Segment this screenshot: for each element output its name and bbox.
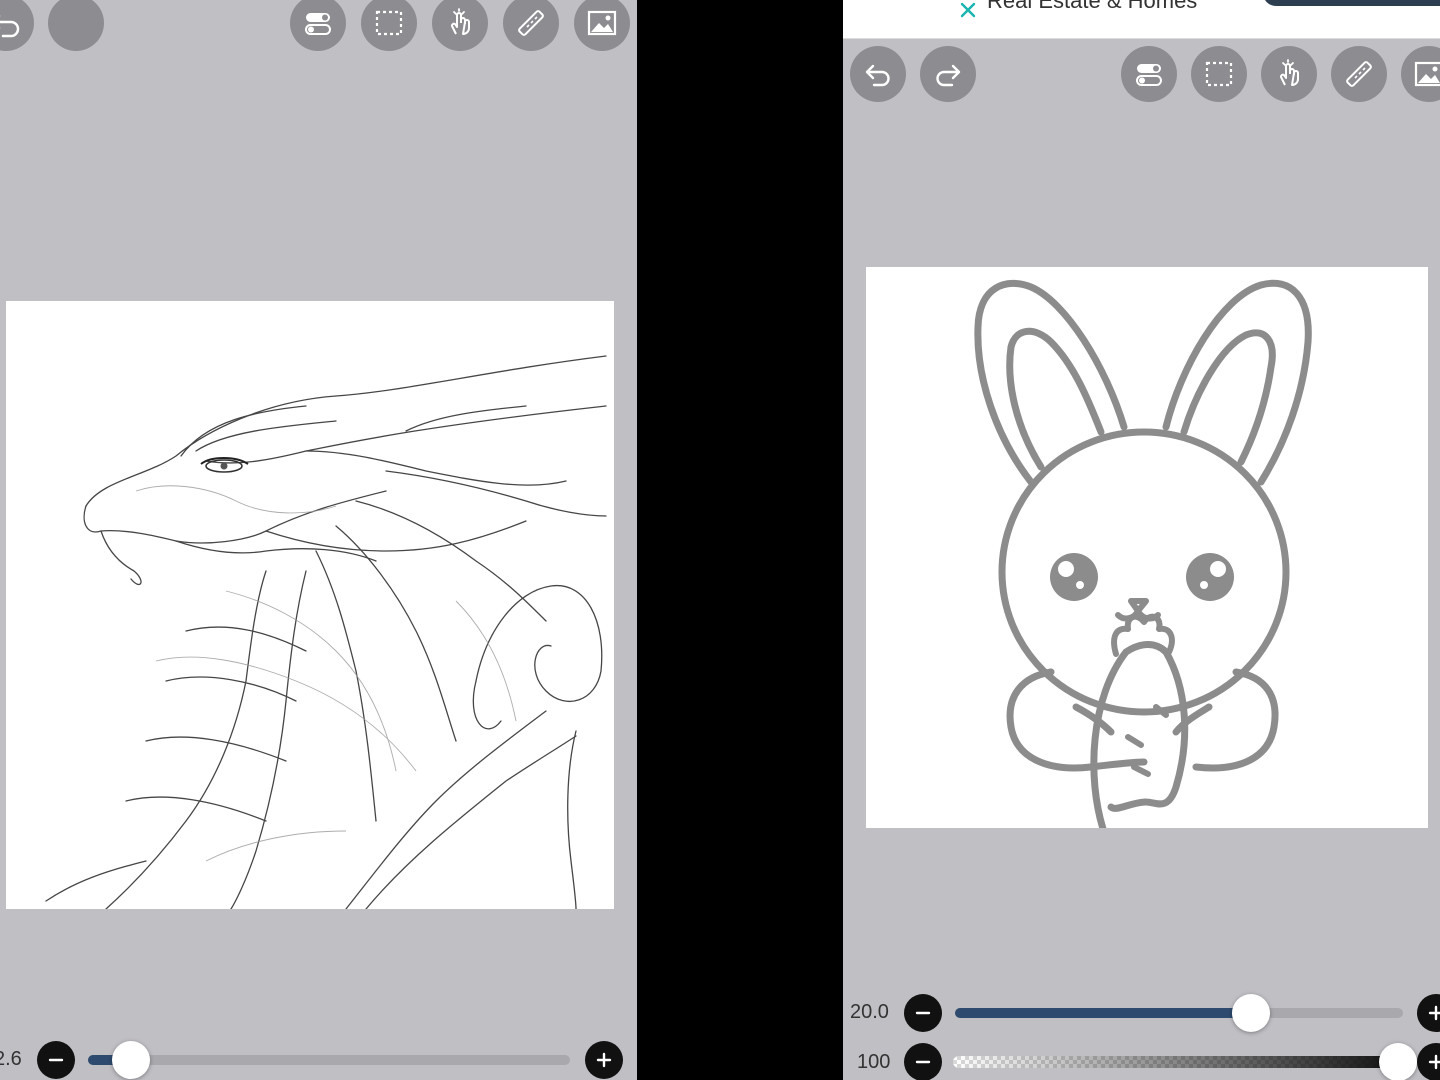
drawing-canvas[interactable] (6, 301, 614, 909)
ruler-button[interactable] (1331, 46, 1387, 102)
ad-banner[interactable]: Real Estate & Homes (843, 0, 1440, 39)
brush-size-increase-button[interactable] (585, 1041, 623, 1079)
minus-icon (48, 1058, 64, 1062)
bunny-drawing (974, 279, 1312, 828)
hand-button[interactable] (432, 0, 488, 51)
brush-size-value: 2.6 (0, 1048, 22, 1070)
minus-icon (915, 1060, 931, 1064)
undo-button[interactable] (850, 46, 906, 102)
brush-size-slider[interactable] (955, 994, 1403, 1032)
selection-icon (375, 10, 403, 36)
layer-toggle-button[interactable] (290, 0, 346, 51)
hand-button[interactable] (1261, 46, 1317, 102)
opacity-increase-button[interactable] (1417, 1043, 1440, 1080)
brush-size-value: 20.0 (850, 1001, 889, 1023)
image-icon (587, 10, 617, 36)
ruler-icon (1346, 61, 1372, 87)
ruler-button[interactable] (503, 0, 559, 51)
plus-icon (1428, 1005, 1440, 1021)
image-button[interactable] (574, 0, 630, 51)
layer-toggle-button[interactable] (1121, 46, 1177, 102)
dragon-sketch (45, 355, 607, 909)
brush-size-slider-fill (955, 1008, 1251, 1018)
ad-cta-button[interactable] (1263, 0, 1440, 6)
opacity-slider-knob[interactable] (1379, 1043, 1417, 1080)
minus-icon (915, 1011, 931, 1015)
brush-size-slider-knob[interactable] (1231, 994, 1270, 1032)
opacity-slider[interactable] (953, 1043, 1417, 1080)
undo-button[interactable] (0, 0, 34, 51)
undo-icon (865, 64, 890, 87)
redo-button[interactable] (920, 46, 976, 102)
image-button[interactable] (1401, 46, 1440, 102)
plus-icon (596, 1052, 612, 1068)
selection-button[interactable] (361, 0, 417, 51)
hand-icon (451, 8, 470, 35)
layer-toggle-icon (1136, 64, 1162, 86)
brush-size-slider[interactable] (88, 1041, 570, 1079)
brush-size-slider-knob[interactable] (112, 1041, 151, 1079)
left-drawing-app: 2.6 (0, 0, 637, 1080)
selection-button[interactable] (1191, 46, 1247, 102)
opacity-value: 100 (857, 1051, 891, 1073)
drawing-canvas[interactable] (866, 267, 1428, 828)
ad-text[interactable]: Real Estate & Homes (987, 0, 1197, 14)
brush-size-increase-button[interactable] (1417, 994, 1440, 1032)
plus-icon (1428, 1054, 1440, 1070)
hand-icon (1280, 59, 1299, 86)
image-icon (1414, 61, 1440, 87)
selection-icon (1205, 61, 1233, 87)
close-icon[interactable] (957, 0, 979, 20)
redo-icon (936, 64, 961, 87)
brush-size-decrease-button[interactable] (904, 994, 942, 1032)
redo-button[interactable] (48, 0, 104, 51)
undo-icon (0, 15, 20, 38)
ruler-icon (518, 10, 544, 36)
opacity-decrease-button[interactable] (904, 1043, 942, 1080)
layer-toggle-icon (305, 13, 331, 35)
brush-size-decrease-button[interactable] (37, 1041, 75, 1079)
right-drawing-app: Real Estate & Homes 20.0 100 (843, 0, 1440, 1080)
